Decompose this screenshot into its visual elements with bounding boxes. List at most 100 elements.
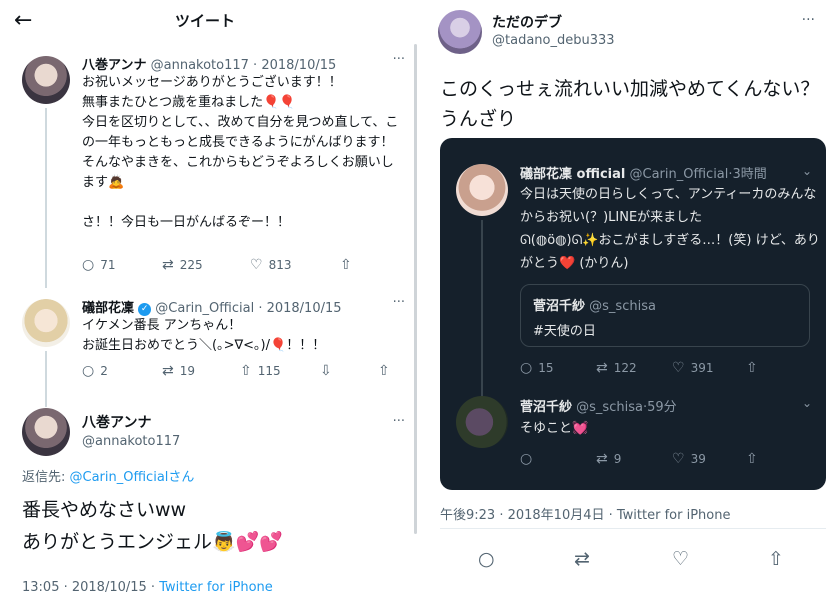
reply-icon: ○ xyxy=(82,363,95,379)
handle[interactable]: @annakoto117 xyxy=(151,58,249,73)
thread-line xyxy=(45,108,47,288)
left-tweet-screenshot: ← ツイート 八巻アンナ @annakoto117 · 2018/10/15 ·… xyxy=(0,0,420,608)
back-arrow-icon[interactable]: ← xyxy=(14,8,32,33)
tweet-date[interactable]: 2018/10/15 xyxy=(267,301,342,316)
reply-count: 2 xyxy=(100,364,108,378)
like-button[interactable]: ♡ 39 xyxy=(672,451,706,467)
divider xyxy=(440,528,826,529)
heart-icon: ♡ xyxy=(672,451,685,467)
like-button[interactable]: ⇧ 115 xyxy=(240,363,281,379)
more-icon[interactable]: ··· xyxy=(393,295,405,310)
scrollbar[interactable] xyxy=(414,44,417,534)
share-button[interactable]: ⇧ xyxy=(746,451,764,467)
tweet-time[interactable]: 3時間 xyxy=(733,167,767,182)
display-name: 菅沼千紗 xyxy=(533,299,586,314)
retweet-count: 9 xyxy=(613,452,622,466)
share-button[interactable]: ⇧ xyxy=(340,257,358,273)
retweet-button[interactable]: ⇄ 9 xyxy=(596,451,621,467)
more-icon[interactable]: ··· xyxy=(802,12,815,28)
retweet-icon: ⇄ xyxy=(596,360,608,376)
source-link[interactable]: Twitter for iPhone xyxy=(159,580,273,595)
like-button[interactable]: ♡ 391 xyxy=(672,360,713,376)
display-name[interactable]: 礒部花凜 xyxy=(82,301,134,316)
tweet-header: 菅沼千紗 @s_schisa·59分 xyxy=(520,400,677,415)
tweet-text: そゆこと💓 xyxy=(520,421,589,436)
handle[interactable]: @Carin_Official xyxy=(155,301,254,316)
main-tweet-text: 番長やめなさいww ありがとうエンジェル👼💕💕 xyxy=(22,499,283,553)
reply-button[interactable]: ○ 2 xyxy=(82,363,108,379)
more-icon[interactable]: ··· xyxy=(393,52,405,67)
reply-icon: ○ xyxy=(520,360,533,376)
handle: @s_schisa xyxy=(589,299,656,314)
reply-button[interactable]: ○ xyxy=(520,451,538,467)
like-count: 115 xyxy=(257,364,281,378)
more-icon[interactable]: ··· xyxy=(393,414,405,429)
retweet-icon[interactable]: ⇄ xyxy=(574,548,590,570)
heart-icon: ♡ xyxy=(672,360,685,376)
retweet-button[interactable]: ⇄ 19 xyxy=(162,363,195,379)
share-icon: ⇧ xyxy=(378,363,390,379)
reply-count: 15 xyxy=(538,361,554,375)
reply-icon[interactable]: ○ xyxy=(478,548,495,570)
embedded-screenshot: 礒部花凜 official @Carin_Official·3時間 ⌄ 今日は天… xyxy=(440,138,826,490)
like-button[interactable]: ♡ 813 xyxy=(250,257,291,273)
download-button[interactable]: ⇩ xyxy=(320,363,338,379)
tweet-timestamp: 午後9:23 · 2018年10月4日 · Twitter for iPhone xyxy=(440,508,731,523)
reply-button[interactable]: ○ 15 xyxy=(520,360,554,376)
handle[interactable]: @annakoto117 xyxy=(82,434,180,449)
retweet-count: 225 xyxy=(179,258,203,272)
retweet-button[interactable]: ⇄ 122 xyxy=(596,360,637,376)
display-name[interactable]: ただのデブ xyxy=(492,12,562,32)
avatar[interactable] xyxy=(22,56,70,104)
main-tweet-header: 八巻アンナ @annakoto117 ··· xyxy=(20,406,405,466)
like-count: 39 xyxy=(690,452,706,466)
arrow-down-icon: ⇩ xyxy=(320,363,332,379)
display-name[interactable]: 菅沼千紗 xyxy=(520,400,572,415)
display-name[interactable]: 八巻アンナ xyxy=(82,412,151,432)
tweet-header: 八巻アンナ @annakoto117 · 2018/10/15 xyxy=(82,58,337,73)
tweet-text: お祝いメッセージありがとうございます！！ 無事またひとつ歳を重ねました🎈🎈 今日… xyxy=(82,75,399,230)
tweet-date[interactable]: 2018/10/15 xyxy=(261,58,336,73)
share-button[interactable]: ⇧ xyxy=(378,363,396,379)
chevron-down-icon[interactable]: ⌄ xyxy=(802,396,812,410)
arrow-up-icon: ⇧ xyxy=(240,363,252,379)
share-button[interactable]: ⇧ xyxy=(746,360,764,376)
tweet-time[interactable]: 59分 xyxy=(647,400,677,415)
share-icon: ⇧ xyxy=(746,360,758,376)
retweet-count: 19 xyxy=(179,364,196,378)
reply-count: 71 xyxy=(100,258,116,272)
share-icon: ⇧ xyxy=(340,257,352,273)
top-bar: ← ツイート xyxy=(0,0,420,44)
quote-tweet[interactable]: 菅沼千紗 @s_schisa #天使の日 xyxy=(520,284,810,347)
avatar[interactable] xyxy=(456,164,508,216)
avatar[interactable] xyxy=(438,10,482,54)
avatar[interactable] xyxy=(22,408,70,456)
heart-icon[interactable]: ♡ xyxy=(672,548,689,570)
handle[interactable]: @Carin_Official xyxy=(630,167,729,182)
share-icon: ⇧ xyxy=(746,451,758,467)
replying-to-prefix: 返信先: xyxy=(22,470,70,485)
tweet-timestamp: 13:05 · 2018/10/15 · Twitter for iPhone xyxy=(22,580,273,595)
thread-line xyxy=(45,351,47,407)
share-icon[interactable]: ⇧ xyxy=(768,548,784,570)
replying-to: 返信先: @Carin_Officialさん xyxy=(22,466,194,485)
tweet-text: 今日は天使の日らしくって、アンティーカのみんなからお祝い(？)LINEが来ました… xyxy=(520,187,820,271)
handle[interactable]: @tadano_debu333 xyxy=(492,33,615,48)
tweet-header: 礒部花凜 official @Carin_Official·3時間 xyxy=(520,167,767,182)
like-count: 813 xyxy=(268,258,292,272)
retweet-button[interactable]: ⇄ 225 xyxy=(162,257,203,273)
handle[interactable]: @s_schisa xyxy=(576,400,643,415)
reply-button[interactable]: ○ 71 xyxy=(82,257,116,273)
display-name[interactable]: 礒部花凜 official xyxy=(520,167,625,182)
tweet[interactable]: 礒部花凜 ✓ @Carin_Official · 2018/10/15 ··· … xyxy=(20,295,405,407)
tweet-text: このくっせぇ流れいい加減やめてくんない？うんざり xyxy=(440,78,820,130)
avatar[interactable] xyxy=(456,396,508,448)
retweet-icon: ⇄ xyxy=(162,363,174,379)
display-name[interactable]: 八巻アンナ xyxy=(82,58,146,73)
replying-to-link[interactable]: @Carin_Official xyxy=(70,470,169,485)
avatar[interactable] xyxy=(22,299,70,347)
tweet[interactable]: 八巻アンナ @annakoto117 · 2018/10/15 ··· お祝いメ… xyxy=(20,52,405,288)
chevron-down-icon[interactable]: ⌄ xyxy=(802,164,812,178)
verified-badge-icon: ✓ xyxy=(138,303,152,316)
reply-icon: ○ xyxy=(82,257,95,273)
